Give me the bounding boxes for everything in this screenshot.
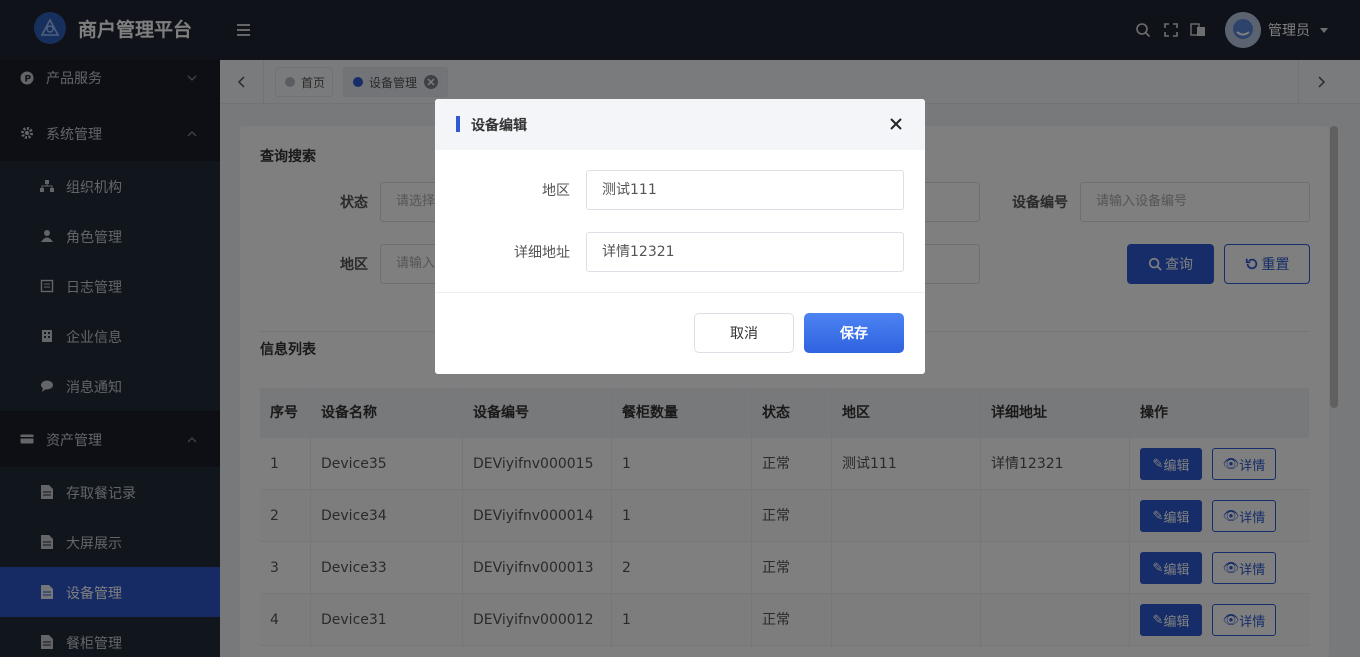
close-icon[interactable] — [890, 118, 902, 130]
dialog-divider — [435, 292, 925, 293]
dialog-title: 设备编辑 — [471, 118, 527, 134]
dialog-header: 设备编辑 — [435, 99, 925, 150]
address-input[interactable]: 详情12321 — [586, 232, 904, 272]
device-edit-dialog: 设备编辑 地区 测试111 详细地址 详情12321 取消 保存 — [435, 99, 925, 374]
save-button[interactable]: 保存 — [804, 313, 904, 353]
address-label: 详细地址 — [514, 245, 570, 261]
cancel-button[interactable]: 取消 — [694, 313, 794, 353]
region-label: 地区 — [542, 183, 570, 199]
title-accent-bar — [456, 116, 460, 132]
region-input[interactable]: 测试111 — [586, 170, 904, 210]
